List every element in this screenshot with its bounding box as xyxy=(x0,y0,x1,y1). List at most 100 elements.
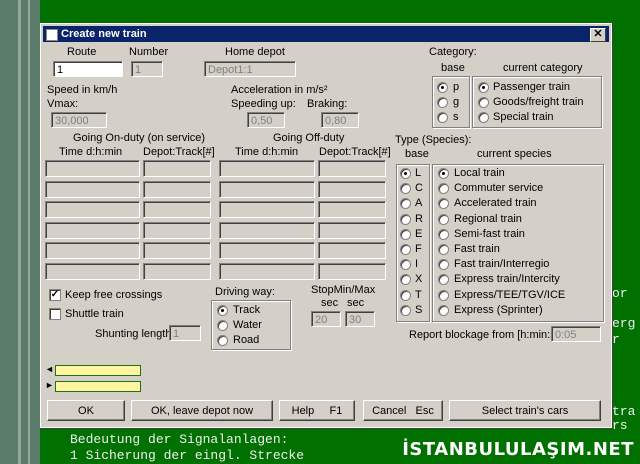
driving-way-radio[interactable] xyxy=(217,320,228,331)
driving-way-radio[interactable] xyxy=(217,335,228,346)
species-base-option-label: A xyxy=(415,197,423,210)
terminal-text: erg xyxy=(612,316,636,331)
species-current-radio[interactable] xyxy=(438,289,449,301)
acceleration-label: Acceleration in m/s² xyxy=(231,84,328,96)
duty-depot-cell[interactable] xyxy=(143,221,211,239)
duty-time-cell[interactable] xyxy=(219,221,315,239)
species-label: Type (Species): xyxy=(395,134,472,146)
species-base-radio[interactable] xyxy=(400,304,411,316)
species-base-radio[interactable] xyxy=(400,168,411,179)
ok-button[interactable]: OK xyxy=(47,400,125,421)
duty-depot-cell[interactable] xyxy=(143,180,211,198)
ok-leave-depot-button[interactable]: OK, leave depot now xyxy=(131,400,273,421)
species-current-radio[interactable] xyxy=(438,213,449,225)
category-current-radio[interactable] xyxy=(478,97,489,108)
off-duty-time-header: Time d:h:min xyxy=(235,146,299,158)
route-input[interactable]: 1 xyxy=(53,61,123,77)
vmax-input[interactable]: 30,000 xyxy=(51,112,107,128)
category-current-option-label: Goods/freight train xyxy=(493,96,584,108)
species-current-radio[interactable] xyxy=(438,168,449,179)
arrow-left-icon: ◄ xyxy=(45,364,54,374)
duty-time-cell[interactable] xyxy=(45,201,140,218)
driving-way-radio[interactable] xyxy=(217,305,228,316)
species-current-radio[interactable] xyxy=(438,304,449,316)
duty-depot-cell[interactable] xyxy=(318,160,386,177)
duty-depot-cell[interactable] xyxy=(318,262,386,280)
duty-time-cell[interactable] xyxy=(219,180,315,198)
duty-depot-cell[interactable] xyxy=(143,262,211,280)
shuttle-train-label: Shuttle train xyxy=(65,308,124,320)
duty-depot-cell[interactable] xyxy=(318,180,386,198)
species-base-option-label: X xyxy=(415,273,423,286)
species-current-option-label: Express (Sprinter) xyxy=(454,303,543,316)
duty-depot-cell[interactable] xyxy=(318,221,386,239)
close-icon: ✕ xyxy=(593,28,603,40)
keep-free-crossings-label: Keep free crossings xyxy=(65,289,163,301)
shunting-length-input[interactable]: 1 xyxy=(169,325,201,341)
species-base-radio[interactable] xyxy=(400,289,411,301)
species-current-option-label: Accelerated train xyxy=(454,197,537,210)
duty-time-cell[interactable] xyxy=(219,201,315,218)
species-current-option-label: Fast train/Interregio xyxy=(454,258,550,271)
on-duty-time-header: Time d:h:min xyxy=(59,146,123,158)
category-label: Category: xyxy=(429,46,477,58)
stop-max-input[interactable]: 30 xyxy=(345,311,375,327)
close-button[interactable]: ✕ xyxy=(590,28,606,42)
speed-label: Speed in km/h xyxy=(47,84,118,96)
route-label: Route xyxy=(67,46,97,58)
duty-time-cell[interactable] xyxy=(219,262,315,280)
duty-depot-cell[interactable] xyxy=(318,242,386,259)
species-base-radio[interactable] xyxy=(400,228,411,240)
stop-min-input[interactable]: 20 xyxy=(311,311,341,327)
category-current-radio[interactable] xyxy=(478,112,489,123)
speeding-up-input[interactable]: 0,50 xyxy=(247,112,285,128)
species-current-radio[interactable] xyxy=(438,228,449,240)
home-depot-input[interactable]: Depot1:1 xyxy=(204,61,296,77)
category-current-radio[interactable] xyxy=(478,82,489,93)
duty-depot-cell[interactable] xyxy=(318,201,386,218)
category-base-radio[interactable] xyxy=(437,97,448,108)
title-bar[interactable]: Create new train ✕ xyxy=(43,26,609,42)
duty-time-cell[interactable] xyxy=(219,242,315,259)
terminal-text: 1 Sicherung der eingl. Strecke xyxy=(70,448,305,463)
create-train-dialog: Create new train ✕ Route 1 Number 1 Home… xyxy=(40,23,612,428)
duty-time-cell[interactable] xyxy=(45,180,140,198)
shuttle-train-checkbox[interactable] xyxy=(49,308,61,320)
species-base-option-label: T xyxy=(415,288,422,301)
duty-depot-cell[interactable] xyxy=(143,201,211,218)
cancel-button[interactable]: Cancel Esc xyxy=(363,400,443,421)
duty-time-cell[interactable] xyxy=(45,160,140,177)
duty-depot-cell[interactable] xyxy=(143,160,211,177)
number-input[interactable]: 1 xyxy=(131,61,163,77)
select-cars-button[interactable]: Select train's cars xyxy=(449,400,601,421)
duty-time-cell[interactable] xyxy=(219,160,315,177)
species-base-radio[interactable] xyxy=(400,244,411,255)
category-current-option-label: Passenger train xyxy=(493,81,571,93)
duty-time-cell[interactable] xyxy=(45,221,140,239)
watermark: İSTANBULULAŞIM.NET xyxy=(402,439,634,460)
species-current-option-label: Regional train xyxy=(454,212,522,225)
terminal-text: Bedeutung der Signalanlagen: xyxy=(70,432,289,447)
cancel-label: Cancel xyxy=(372,405,407,417)
category-current-option-label: Special train xyxy=(493,111,554,123)
category-base-radio[interactable] xyxy=(437,82,448,93)
species-base-radio[interactable] xyxy=(400,213,411,225)
duty-time-cell[interactable] xyxy=(45,242,140,259)
terminal-text: r xyxy=(612,332,620,347)
rail-line xyxy=(18,0,21,464)
duty-time-cell[interactable] xyxy=(45,262,140,280)
keep-free-crossings-checkbox[interactable]: ✓ xyxy=(49,289,61,301)
arrow-right-icon: ► xyxy=(45,380,54,390)
braking-input[interactable]: 0,80 xyxy=(321,112,359,128)
species-current-option-label: Express train/Intercity xyxy=(454,273,560,286)
species-current-radio[interactable] xyxy=(438,244,449,255)
on-duty-title: Going On-duty (on service) xyxy=(73,132,206,144)
help-button[interactable]: Help F1 xyxy=(279,400,355,421)
category-current-label: current category xyxy=(503,62,583,74)
report-blockage-input[interactable]: 0:05 xyxy=(551,326,601,342)
duty-depot-cell[interactable] xyxy=(143,242,211,259)
species-current-option-label: Local train xyxy=(454,167,505,179)
stop-minmax-label: StopMin/Max xyxy=(311,284,376,296)
cancel-key-label: Esc xyxy=(415,405,434,417)
category-base-radio[interactable] xyxy=(437,112,448,123)
